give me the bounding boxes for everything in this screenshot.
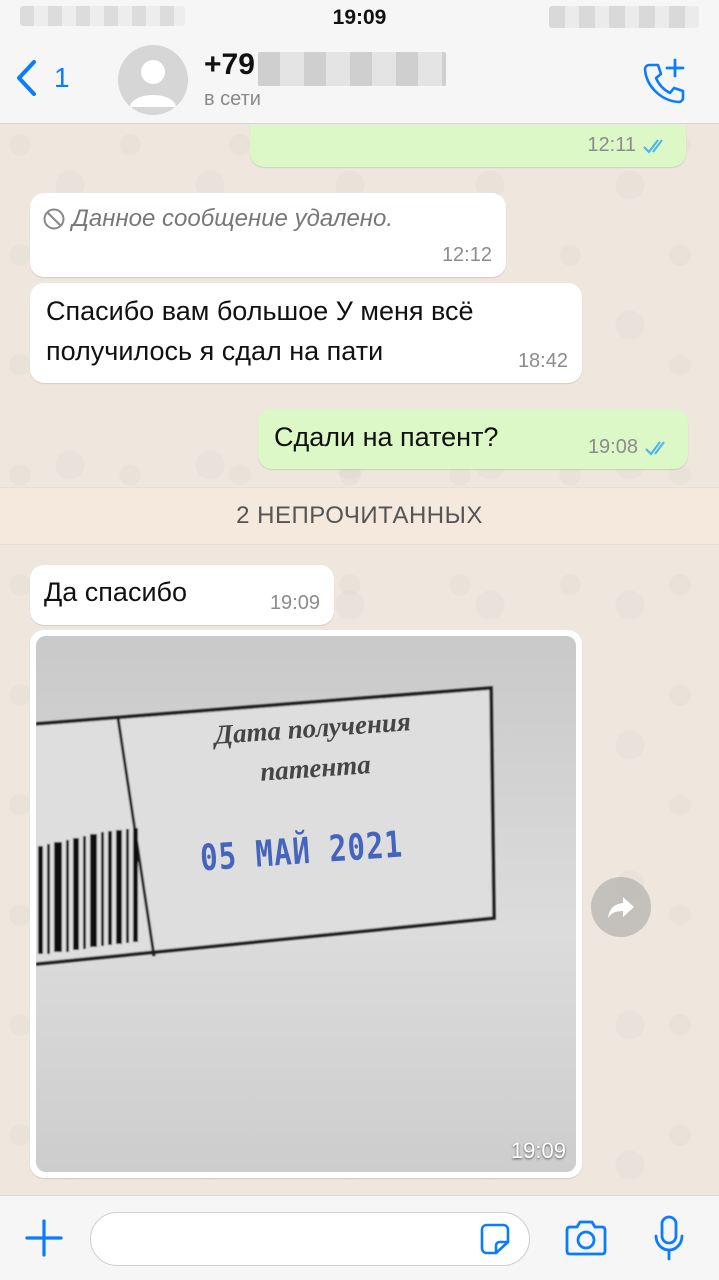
message-text: Спасибо вам большое У меня всё получилос… bbox=[46, 296, 474, 366]
back-button[interactable]: 1 bbox=[14, 58, 70, 98]
contact-name[interactable]: +79 bbox=[204, 48, 255, 82]
message-meta: 12:12 bbox=[442, 244, 492, 267]
prohibited-icon bbox=[43, 208, 65, 230]
message-time: 19:08 bbox=[587, 436, 638, 458]
message-meta: 19:09 bbox=[270, 592, 320, 615]
add-call-icon[interactable] bbox=[639, 56, 689, 106]
message-input[interactable] bbox=[90, 1212, 530, 1266]
camera-icon[interactable] bbox=[563, 1218, 609, 1258]
plus-icon[interactable] bbox=[22, 1216, 66, 1260]
message-incoming[interactable]: Спасибо вам большое У меня всё получилос… bbox=[30, 283, 582, 383]
message-text: Да спасибо bbox=[44, 577, 188, 607]
message-outgoing[interactable]: Сдали на патент? 19:08 bbox=[258, 409, 688, 469]
status-bar: 19:09 bbox=[0, 0, 719, 40]
contact-number-blurred bbox=[258, 52, 446, 86]
message-text: Сдали на патент? bbox=[274, 422, 499, 452]
message-meta: 18:42 bbox=[518, 350, 568, 373]
composer-bar bbox=[0, 1195, 719, 1280]
microphone-icon[interactable] bbox=[652, 1214, 686, 1262]
contact-status: в сети bbox=[204, 88, 261, 110]
message-time: 12:11 bbox=[587, 134, 636, 156]
sticker-icon[interactable] bbox=[476, 1220, 514, 1258]
double-check-icon bbox=[645, 440, 665, 456]
message-time: 12:12 bbox=[441, 244, 492, 266]
message-deleted[interactable]: Данное сообщение удалено. 12:12 bbox=[30, 193, 506, 277]
message-time: 19:09 bbox=[510, 1138, 566, 1163]
chat-header: 1 +79 в сети bbox=[0, 40, 719, 124]
message-meta: 12:11 bbox=[587, 134, 672, 157]
message-time: 18:42 bbox=[517, 350, 568, 372]
message-image[interactable]: Дата получения патента 05 МАЙ 2021 19:09 bbox=[30, 630, 582, 1178]
default-avatar-icon bbox=[130, 60, 176, 107]
forward-button[interactable] bbox=[591, 877, 651, 937]
message-time: 19:09 bbox=[269, 592, 320, 614]
message-meta: 19:08 bbox=[588, 436, 674, 459]
message-outgoing[interactable]: 12:11 bbox=[250, 125, 686, 167]
photo-attachment[interactable]: Дата получения патента 05 МАЙ 2021 19:09 bbox=[36, 636, 576, 1172]
message-incoming[interactable]: Да спасибо 19:09 bbox=[30, 565, 334, 625]
double-check-icon bbox=[643, 138, 663, 154]
deleted-notice: Данное сообщение удалено. bbox=[42, 205, 393, 233]
forward-arrow-icon bbox=[608, 897, 634, 918]
unread-messages-banner: 2 НЕПРОЧИТАННЫХ bbox=[0, 487, 719, 545]
deleted-text: Данное сообщение удалено. bbox=[72, 205, 394, 232]
chevron-left-icon bbox=[17, 60, 36, 96]
avatar[interactable] bbox=[118, 45, 188, 115]
unread-chats-count: 1 bbox=[54, 62, 70, 93]
chat-area[interactable]: 12:11 Данное сообщение удалено. 12:12 Сп… bbox=[0, 125, 719, 1195]
status-indicators-blurred bbox=[549, 6, 699, 28]
